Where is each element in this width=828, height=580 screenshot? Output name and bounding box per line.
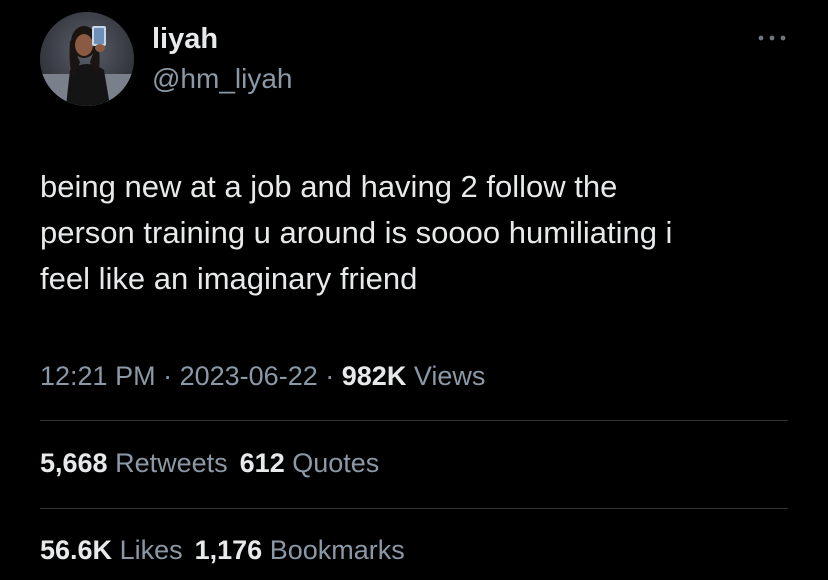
avatar[interactable] [40, 12, 134, 106]
author-block[interactable]: liyah @hm_liyah [152, 22, 292, 96]
bookmarks-label: Bookmarks [269, 535, 405, 565]
meta-separator: · [163, 361, 173, 391]
user-handle[interactable]: @hm_liyah [152, 62, 292, 96]
retweets-count: 5,668 [40, 448, 108, 478]
more-options-button[interactable] [755, 30, 789, 46]
tweet-text: being new at a job and having 2 follow t… [40, 169, 673, 296]
stats-row-engagement: 56.6K Likes 1,176 Bookmarks [40, 532, 405, 568]
views-label: Views [413, 361, 486, 391]
tweet-detail: liyah @hm_liyah being new at a job and h… [0, 0, 828, 580]
quotes-stat[interactable]: 612 Quotes [240, 448, 380, 478]
retweets-label: Retweets [115, 448, 228, 478]
stats-row-shares: 5,668 Retweets 612 Quotes [40, 445, 379, 481]
tweet-date[interactable]: 2023-06-22 [180, 361, 318, 391]
quotes-count: 612 [239, 448, 285, 478]
tweet-metadata: 12:21 PM · 2023-06-22 · 982K Views [40, 358, 485, 394]
likes-count: 56.6K [40, 535, 113, 565]
meta-separator: · [325, 361, 335, 391]
bookmarks-count: 1,176 [194, 535, 263, 565]
tweet-time[interactable]: 12:21 PM [40, 361, 156, 391]
bookmarks-stat[interactable]: 1,176 Bookmarks [195, 535, 405, 565]
likes-label: Likes [119, 535, 183, 565]
quotes-label: Quotes [292, 448, 380, 478]
likes-stat[interactable]: 56.6K Likes [40, 535, 183, 565]
more-horizontal-icon [758, 35, 786, 41]
avatar-photo [40, 12, 134, 106]
retweets-stat[interactable]: 5,668 Retweets [40, 448, 228, 478]
views-count: 982K [341, 361, 407, 391]
display-name[interactable]: liyah [152, 22, 292, 56]
divider [40, 420, 788, 421]
divider [40, 508, 788, 509]
